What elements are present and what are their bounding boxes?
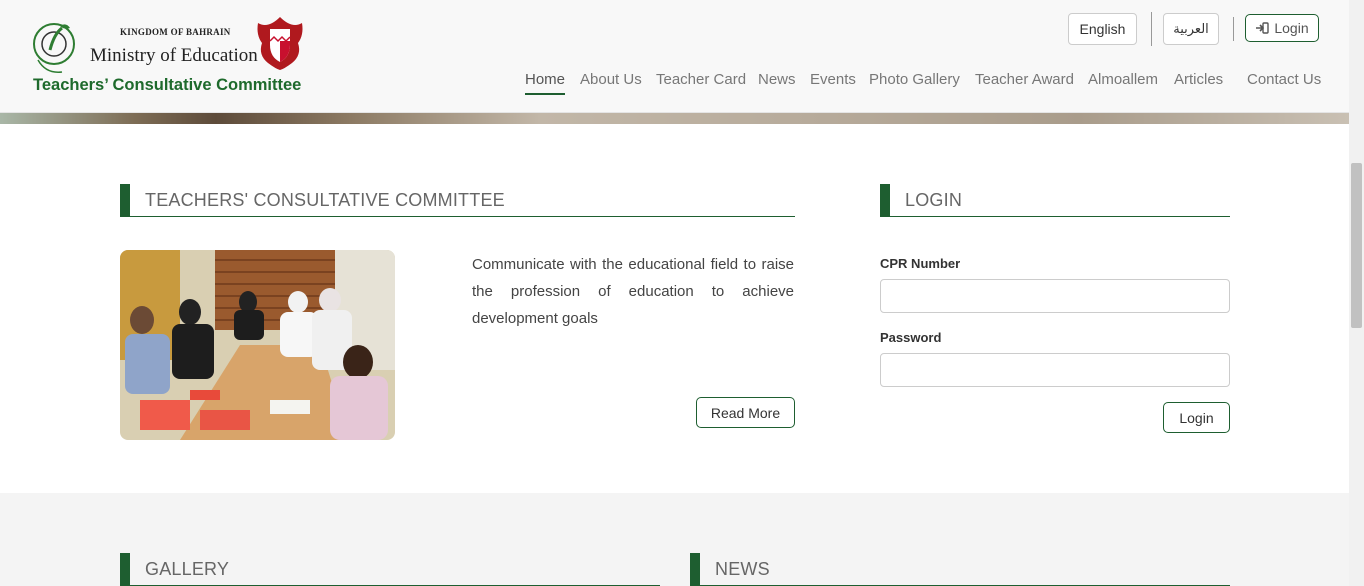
nav-teacher-award[interactable]: Teacher Award xyxy=(975,71,1074,88)
committee-description: Communicate with the educational field t… xyxy=(472,256,794,327)
logo-kingdom-text: KINGDOM OF BAHRAIN xyxy=(120,27,231,37)
cpr-number-input[interactable] xyxy=(880,279,1230,313)
scrollbar-thumb[interactable] xyxy=(1351,163,1362,328)
english-language-button[interactable]: English xyxy=(1068,13,1137,45)
committee-heading: TEACHERS' CONSULTATIVE COMMITTEE xyxy=(120,184,795,217)
login-heading-text: LOGIN xyxy=(905,190,963,210)
nav-teacher-card[interactable]: Teacher Card xyxy=(656,71,746,88)
cpr-number-label: CPR Number xyxy=(880,256,961,271)
nav-contact-us[interactable]: Contact Us xyxy=(1247,71,1321,88)
divider xyxy=(1233,17,1234,41)
heading-accent-bar xyxy=(120,184,130,216)
nav-news[interactable]: News xyxy=(758,71,796,88)
site-logo[interactable]: KINGDOM OF BAHRAIN Ministry of Education… xyxy=(30,12,305,98)
password-label: Password xyxy=(880,330,942,345)
read-more-button[interactable]: Read More xyxy=(696,397,795,428)
heading-accent-bar xyxy=(120,553,130,585)
gallery-heading: GALLERY xyxy=(120,553,660,586)
nav-about-us[interactable]: About Us xyxy=(580,71,642,88)
nav-articles[interactable]: Articles xyxy=(1174,71,1223,88)
divider xyxy=(1151,12,1152,46)
header-login-label: Login xyxy=(1274,20,1309,36)
logo-committee-text: Teachers’ Consultative Committee xyxy=(33,76,302,94)
arabic-language-button[interactable]: العربية xyxy=(1163,13,1219,45)
nav-home[interactable]: Home xyxy=(525,71,566,95)
committee-heading-text: TEACHERS' CONSULTATIVE COMMITTEE xyxy=(145,190,505,210)
hero-banner-edge xyxy=(0,112,1349,124)
heading-accent-bar xyxy=(690,553,700,585)
committee-emblem-icon xyxy=(33,23,75,73)
site-header: KINGDOM OF BAHRAIN Ministry of Education… xyxy=(0,0,1349,113)
nav-photo-gallery[interactable]: Photo Gallery xyxy=(869,71,960,88)
news-heading: NEWS xyxy=(690,553,1230,586)
news-heading-text: NEWS xyxy=(715,559,770,579)
meeting-photo-image xyxy=(120,250,395,440)
heading-accent-bar xyxy=(880,184,890,216)
login-submit-button[interactable]: Login xyxy=(1163,402,1230,433)
nav-almoallem[interactable]: Almoallem xyxy=(1088,71,1158,88)
sign-in-icon xyxy=(1256,22,1270,34)
gallery-heading-text: GALLERY xyxy=(145,559,230,579)
committee-meeting-photo xyxy=(120,250,395,440)
password-input[interactable] xyxy=(880,353,1230,387)
login-heading: LOGIN xyxy=(880,184,1230,217)
page-scrollbar[interactable] xyxy=(1349,0,1364,586)
nav-events[interactable]: Events xyxy=(810,71,856,88)
logo-ministry-text: Ministry of Education xyxy=(90,45,258,66)
bahrain-crest-icon xyxy=(257,17,303,70)
header-login-button[interactable]: Login xyxy=(1245,14,1319,42)
